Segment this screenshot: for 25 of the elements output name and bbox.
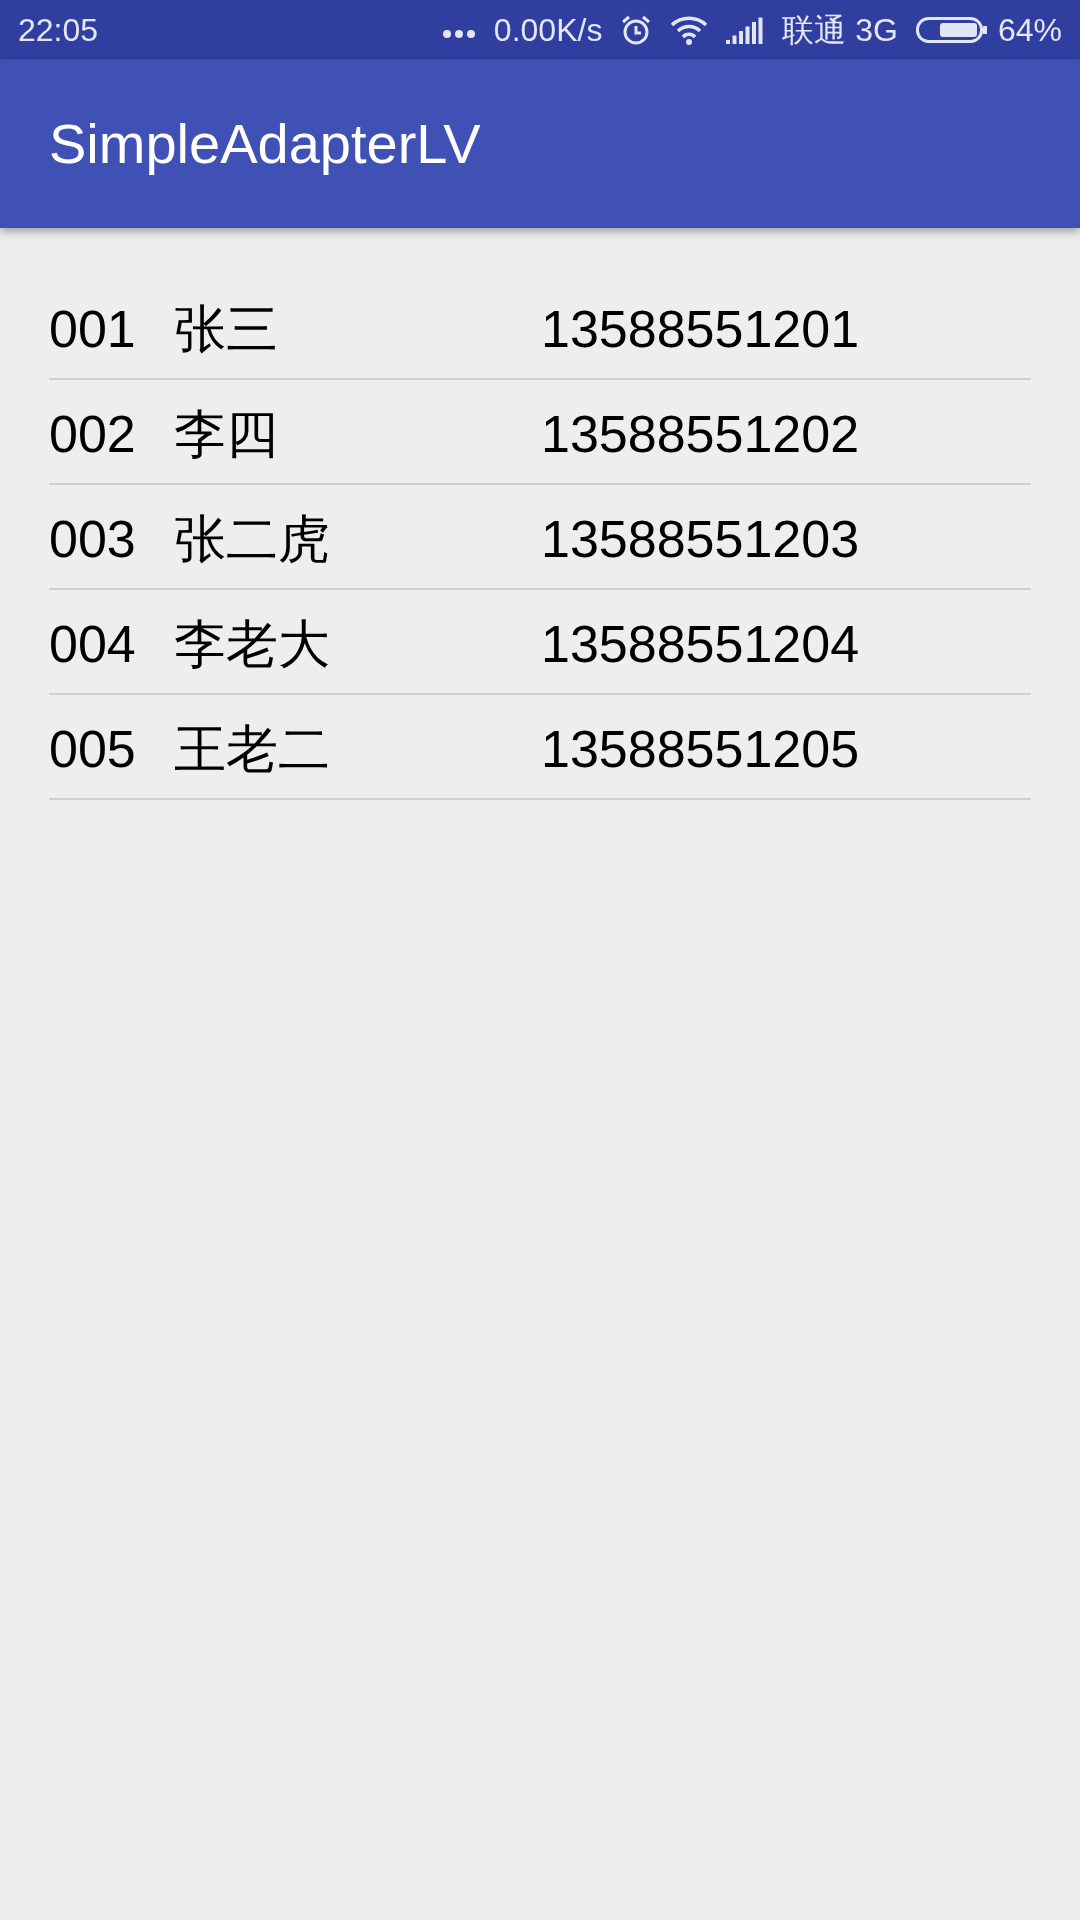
signal-icon: [726, 15, 765, 44]
more-dots-icon: [441, 28, 476, 39]
network-speed: 0.00K/s: [493, 10, 603, 50]
contact-name: 王老二: [174, 718, 331, 780]
contact-id: 003: [49, 508, 137, 570]
contact-name: 李四: [174, 403, 279, 465]
alarm-clock-icon: [620, 13, 653, 46]
contact-phone: 13588551201: [541, 298, 860, 360]
contact-name: 李老大: [174, 613, 331, 675]
contact-phone: 13588551205: [541, 718, 860, 780]
battery-percent: 64%: [997, 10, 1062, 50]
contact-name: 张三: [174, 298, 279, 360]
contact-id: 004: [49, 613, 137, 675]
contact-phone: 13588551202: [541, 403, 860, 465]
contact-phone: 13588551204: [541, 613, 860, 675]
carrier-label: 联通 3G: [782, 10, 898, 50]
contact-id: 001: [49, 298, 137, 360]
status-time: 22:05: [18, 10, 99, 50]
app-title: SimpleAdapterLV: [49, 110, 481, 177]
contact-id: 002: [49, 403, 137, 465]
contact-name: 张二虎: [174, 508, 331, 570]
contact-phone: 13588551203: [541, 508, 860, 570]
wifi-icon: [670, 14, 709, 45]
battery-icon: [915, 16, 988, 43]
contact-id: 005: [49, 718, 137, 780]
